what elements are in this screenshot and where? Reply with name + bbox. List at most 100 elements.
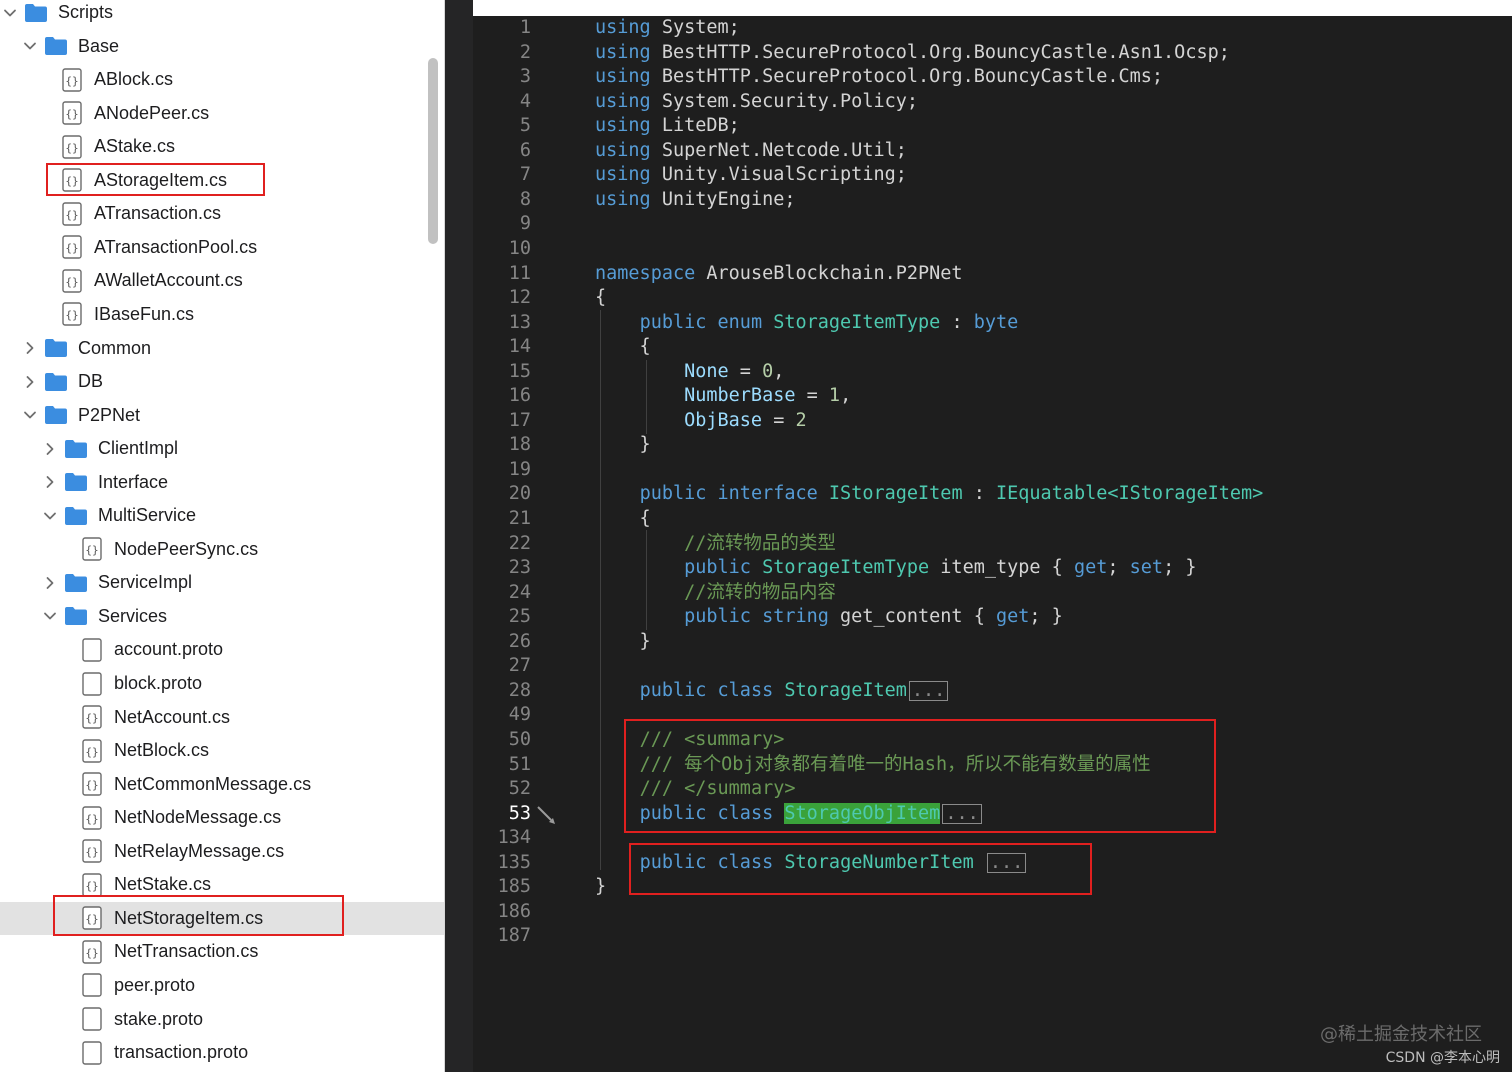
code-line[interactable]: 25 public string get_content { get; } (445, 605, 1512, 629)
folder-item[interactable]: Scripts (0, 0, 113, 29)
code-line[interactable]: 3 using BestHTTP.SecureProtocol.Org.Bounc… (445, 65, 1512, 89)
file-item[interactable]: {} AWalletAccount.cs (0, 264, 243, 297)
code-line[interactable]: 24 //流转的物品内容 (445, 581, 1512, 605)
code-editor[interactable]: 1 using System; 2 using BestHTTP.SecureProt… (445, 0, 1512, 1072)
chevron-down-icon[interactable] (22, 38, 38, 54)
code-line[interactable]: 53 public class StorageObjItem... (445, 802, 1512, 826)
code-line[interactable]: 5 using LiteDB; (445, 114, 1512, 138)
code-line[interactable]: 18 } (445, 433, 1512, 457)
code-line[interactable]: 9 (445, 212, 1512, 236)
file-item[interactable]: {} NodePeerSync.cs (0, 533, 258, 566)
line-number: 135 (497, 851, 531, 873)
folded-code-marker[interactable]: ... (986, 852, 1027, 873)
code-line[interactable]: 15 None = 0, (445, 360, 1512, 384)
code-token: public (684, 557, 751, 579)
file-item[interactable]: {} AStorageItem.cs (0, 164, 227, 197)
code-line[interactable]: 8 using UnityEngine; (445, 188, 1512, 212)
folder-item[interactable]: ServiceImpl (0, 566, 192, 599)
file-item[interactable]: {} NetRelayMessage.cs (0, 835, 284, 868)
file-item[interactable]: transaction.proto (0, 1036, 248, 1069)
line-number: 4 (519, 90, 531, 112)
code-line[interactable]: 27 (445, 654, 1512, 678)
code-line[interactable]: 19 (445, 458, 1512, 482)
folder-item[interactable]: Services (0, 600, 167, 633)
line-number: 27 (508, 655, 531, 677)
code-line[interactable]: 16 NumberBase = 1, (445, 384, 1512, 408)
code-line[interactable]: 134 (445, 826, 1512, 850)
code-line[interactable]: 6 using SuperNet.Netcode.Util; (445, 139, 1512, 163)
code-line[interactable]: 22 //流转物品的类型 (445, 532, 1512, 556)
folder-item[interactable]: DB (0, 365, 103, 398)
folded-code-marker[interactable]: ... (942, 803, 982, 824)
code-line[interactable]: 10 (445, 237, 1512, 261)
code-line[interactable]: 135 public class StorageNumberItem ... (445, 851, 1512, 875)
file-item[interactable]: block.proto (0, 667, 202, 700)
file-item[interactable]: {} NetNodeMessage.cs (0, 801, 281, 834)
code-line[interactable]: 1 using System; (445, 16, 1512, 40)
folder-item[interactable]: MultiService (0, 499, 196, 532)
sidebar-scrollbar[interactable] (428, 58, 438, 244)
code-token: ; } (1163, 557, 1197, 579)
chevron-down-icon[interactable] (2, 5, 18, 21)
code-line[interactable]: 185} (445, 875, 1512, 899)
file-item[interactable]: {} ANodePeer.cs (0, 97, 209, 130)
file-item[interactable]: account.proto (0, 633, 223, 666)
code-line[interactable]: 186 (445, 900, 1512, 924)
code-text: public string get_content { get; } (595, 605, 1063, 629)
chevron-down-icon[interactable] (42, 508, 58, 524)
svg-text:{}: {} (85, 712, 98, 725)
code-line[interactable]: 49 (445, 703, 1512, 727)
chevron-right-icon[interactable] (42, 474, 58, 490)
code-line[interactable]: 4 using System.Security.Policy; (445, 90, 1512, 114)
folder-item[interactable]: ClientImpl (0, 432, 178, 465)
svg-text:{}: {} (65, 74, 78, 87)
file-item[interactable]: {} ATransaction.cs (0, 197, 221, 230)
chevron-right-icon[interactable] (22, 374, 38, 390)
file-item[interactable]: {} NetBlock.cs (0, 734, 209, 767)
code-line[interactable]: 17 ObjBase = 2 (445, 409, 1512, 433)
code-line[interactable]: 20 public interface IStorageItem : IEqua… (445, 482, 1512, 506)
code-token: IEquatable<IStorageItem> (996, 483, 1264, 505)
code-line[interactable]: 21 { (445, 507, 1512, 531)
code-token: class (717, 679, 774, 701)
code-line[interactable]: 50 /// <summary> (445, 728, 1512, 752)
file-item[interactable]: {} NetCommonMessage.cs (0, 768, 311, 801)
code-line[interactable]: 2 using BestHTTP.SecureProtocol.Org.Bounc… (445, 41, 1512, 65)
code-line[interactable]: 7 using Unity.VisualScripting; (445, 163, 1512, 187)
file-item[interactable]: {} ATransactionPool.cs (0, 231, 257, 264)
code-line[interactable]: 14 { (445, 335, 1512, 359)
code-line[interactable]: 12 { (445, 286, 1512, 310)
code-line[interactable]: 26 } (445, 630, 1512, 654)
folded-code-marker[interactable]: ... (908, 680, 949, 701)
file-item[interactable]: {} AStake.cs (0, 130, 175, 163)
file-item[interactable]: stake.proto (0, 1003, 203, 1036)
file-item[interactable]: {} IBaseFun.cs (0, 298, 194, 331)
chevron-right-icon[interactable] (42, 441, 58, 457)
code-text: using BestHTTP.SecureProtocol.Org.Bouncy… (595, 65, 1163, 89)
code-line[interactable]: 11 namespace ArouseBlockchain.P2PNet (445, 262, 1512, 286)
file-item[interactable]: {} ABlock.cs (0, 63, 173, 96)
file-item[interactable]: peer.proto (0, 969, 195, 1002)
code-line[interactable]: 51 /// 每个Obj对象都有着唯一的Hash，所以不能有数量的属性 (445, 753, 1512, 777)
folder-item[interactable]: Interface (0, 466, 168, 499)
code-line[interactable]: 13 public enum StorageItemType : byte (445, 311, 1512, 335)
chevron-down-icon[interactable] (22, 407, 38, 423)
file-item[interactable]: {} NetStorageItem.cs (0, 901, 444, 935)
code-line[interactable]: 52 /// </summary> (445, 777, 1512, 801)
csharp-file-icon: {} (62, 67, 82, 92)
file-item[interactable]: {} NetTransaction.cs (0, 935, 258, 968)
code-line[interactable]: 187 (445, 924, 1512, 948)
folder-item[interactable]: Base (0, 30, 119, 63)
file-item[interactable]: {} NetAccount.cs (0, 701, 230, 734)
chevron-down-icon[interactable] (42, 608, 58, 624)
code-line[interactable]: 28 public class StorageItem... (445, 679, 1512, 703)
code-line[interactable]: 23 public StorageItemType item_type { ge… (445, 556, 1512, 580)
chevron-right-icon[interactable] (42, 575, 58, 591)
file-item[interactable]: {} NetStake.cs (0, 868, 211, 901)
chevron-right-icon[interactable] (22, 340, 38, 356)
folder-item[interactable]: P2PNet (0, 399, 140, 432)
folder-item[interactable]: Common (0, 332, 151, 365)
